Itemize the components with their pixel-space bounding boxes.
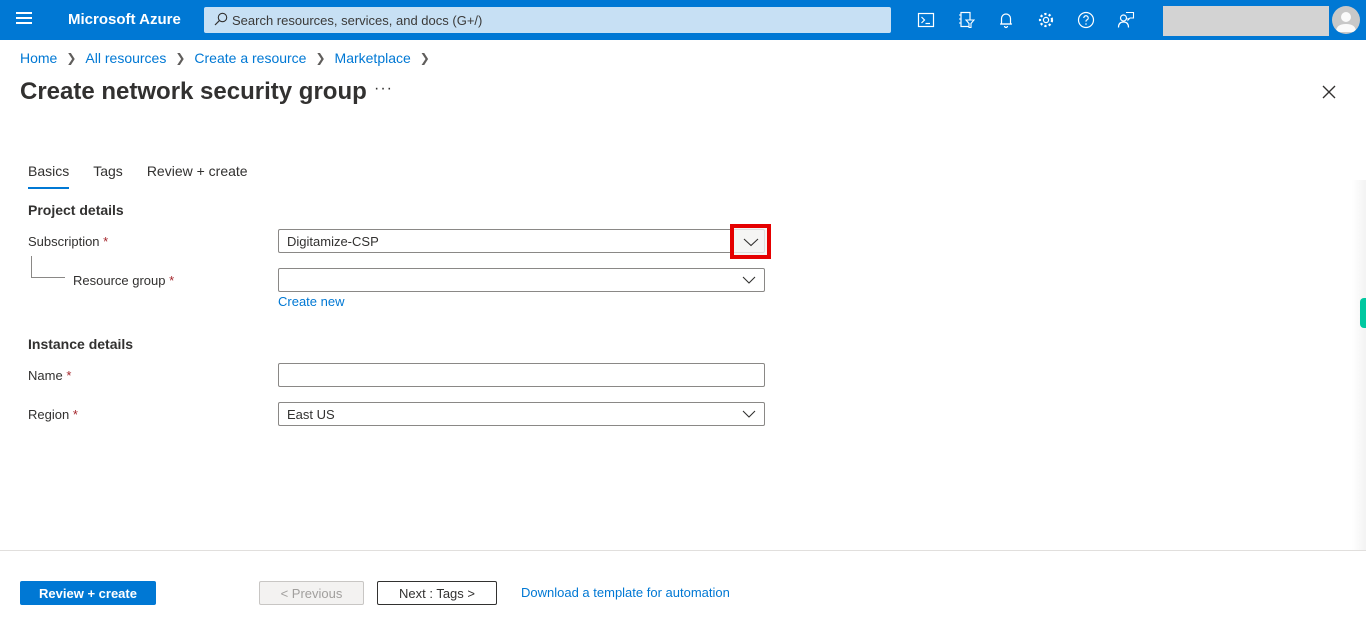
chevron-right-icon: ❯ [315, 51, 326, 65]
required-marker: * [66, 368, 72, 383]
subscription-dropdown-toggle[interactable] [730, 224, 771, 259]
review-create-button[interactable]: Review + create [20, 581, 156, 605]
search-input[interactable] [232, 7, 872, 33]
global-search[interactable] [204, 7, 891, 33]
directory-filter-button[interactable] [946, 0, 986, 40]
project-details-heading: Project details [28, 202, 124, 218]
avatar[interactable] [1332, 6, 1360, 34]
breadcrumb-marketplace[interactable]: Marketplace [335, 50, 411, 66]
download-template-link[interactable]: Download a template for automation [521, 585, 730, 600]
region-dropdown[interactable]: East US [278, 402, 765, 426]
feedback-side-tab[interactable] [1360, 298, 1366, 328]
feedback-icon [1117, 11, 1135, 28]
name-field[interactable] [278, 363, 765, 387]
brand-title[interactable]: Microsoft Azure [68, 11, 181, 28]
region-label: Region * [28, 407, 78, 422]
chevron-down-icon [743, 238, 759, 247]
search-icon [214, 12, 228, 26]
feedback-button[interactable] [1106, 0, 1146, 40]
chevron-down-icon [742, 410, 756, 418]
chevron-right-icon: ❯ [175, 51, 186, 65]
cloud-shell-icon [917, 12, 935, 28]
required-marker: * [169, 273, 175, 288]
create-new-resource-group-link[interactable]: Create new [278, 294, 344, 309]
chevron-down-icon [742, 276, 756, 284]
notifications-icon [1000, 13, 1012, 29]
account-name-box[interactable] [1163, 6, 1329, 36]
breadcrumb-home[interactable]: Home [20, 50, 57, 66]
help-icon [1077, 11, 1095, 29]
tab-review-create[interactable]: Review + create [147, 163, 248, 189]
required-marker: * [103, 234, 109, 249]
region-value: East US [287, 407, 335, 422]
name-label-text: Name [28, 368, 63, 383]
next-tags-button[interactable]: Next : Tags > [377, 581, 497, 605]
top-navigation-bar: Microsoft Azure [0, 0, 1366, 40]
close-icon[interactable] [1320, 83, 1338, 101]
directory-filter-icon [959, 11, 975, 29]
tab-basics[interactable]: Basics [28, 163, 70, 189]
resource-group-label: Resource group * [73, 273, 174, 288]
wizard-tabs: Basics Tags Review + create [28, 163, 272, 189]
breadcrumb: Home ❯ All resources ❯ Create a resource… [20, 50, 439, 66]
settings-button[interactable] [1026, 0, 1066, 40]
resource-group-label-text: Resource group [73, 273, 166, 288]
help-button[interactable] [1066, 0, 1106, 40]
instance-details-heading: Instance details [28, 336, 134, 352]
more-options-button[interactable]: ··· [374, 80, 393, 98]
required-marker: * [72, 407, 78, 422]
subscription-label: Subscription * [28, 234, 108, 249]
chevron-right-icon: ❯ [66, 51, 77, 65]
page-title: Create network security group [20, 78, 367, 105]
subscription-value: Digitamize-CSP [287, 234, 379, 249]
menu-icon[interactable] [16, 12, 32, 28]
subscription-dropdown[interactable]: Digitamize-CSP [278, 229, 765, 253]
notifications-button[interactable] [986, 0, 1026, 40]
tab-tags[interactable]: Tags [93, 163, 123, 189]
settings-icon [1038, 12, 1054, 28]
region-label-text: Region [28, 407, 70, 422]
name-input[interactable] [279, 364, 764, 386]
footer-divider [0, 550, 1366, 551]
chevron-right-icon: ❯ [419, 51, 430, 65]
breadcrumb-create-a-resource[interactable]: Create a resource [194, 50, 306, 66]
user-avatar-icon [1336, 12, 1356, 32]
cloud-shell-button[interactable] [906, 0, 946, 40]
side-panel-shadow [1352, 180, 1366, 550]
tree-connector [31, 256, 65, 278]
breadcrumb-all-resources[interactable]: All resources [85, 50, 166, 66]
previous-button[interactable]: < Previous [259, 581, 364, 605]
subscription-label-text: Subscription [28, 234, 100, 249]
name-label: Name * [28, 368, 71, 383]
resource-group-dropdown[interactable] [278, 268, 765, 292]
